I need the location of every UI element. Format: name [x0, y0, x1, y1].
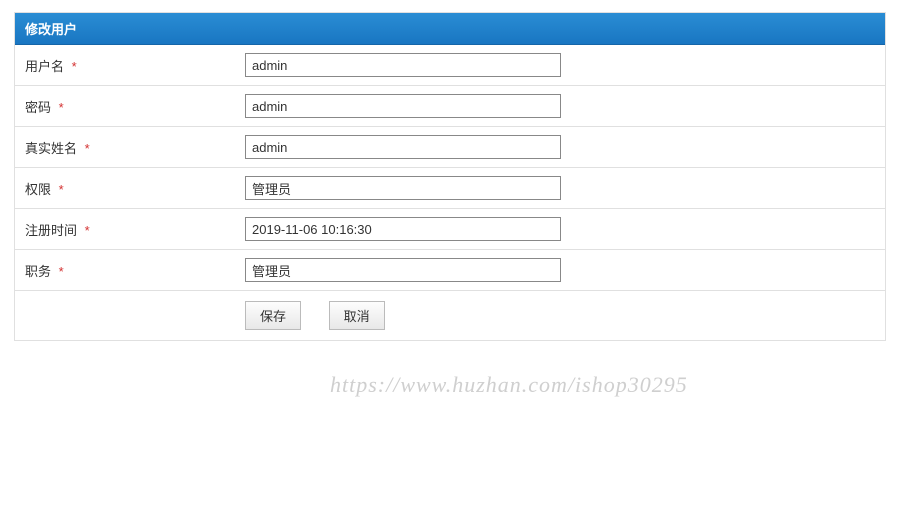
role-input[interactable] [245, 176, 561, 200]
row-password: 密码 * [15, 86, 885, 127]
label-regtime: 注册时间 [25, 223, 77, 238]
label-role: 权限 [25, 182, 51, 197]
username-input[interactable] [245, 53, 561, 77]
required-marker: * [59, 100, 64, 115]
required-marker: * [85, 141, 90, 156]
password-input[interactable] [245, 94, 561, 118]
label-realname: 真实姓名 [25, 141, 77, 156]
label-password: 密码 [25, 100, 51, 115]
label-position: 职务 [25, 264, 51, 279]
label-username: 用户名 [25, 59, 64, 74]
regtime-input[interactable] [245, 217, 561, 241]
required-marker: * [72, 59, 77, 74]
row-regtime: 注册时间 * [15, 209, 885, 250]
required-marker: * [59, 182, 64, 197]
required-marker: * [85, 223, 90, 238]
position-input[interactable] [245, 258, 561, 282]
edit-user-panel: 修改用户 用户名 * 密码 * 真实姓名 * [14, 12, 886, 341]
row-position: 职务 * [15, 250, 885, 291]
row-username: 用户名 * [15, 45, 885, 86]
form-table: 用户名 * 密码 * 真实姓名 * [15, 45, 885, 340]
realname-input[interactable] [245, 135, 561, 159]
panel-title: 修改用户 [15, 13, 885, 45]
save-button[interactable]: 保存 [245, 301, 301, 330]
watermark-text: https://www.huzhan.com/ishop30295 [330, 372, 688, 398]
row-buttons: 保存 取消 [15, 291, 885, 341]
cancel-button[interactable]: 取消 [329, 301, 385, 330]
row-role: 权限 * [15, 168, 885, 209]
required-marker: * [59, 264, 64, 279]
row-realname: 真实姓名 * [15, 127, 885, 168]
